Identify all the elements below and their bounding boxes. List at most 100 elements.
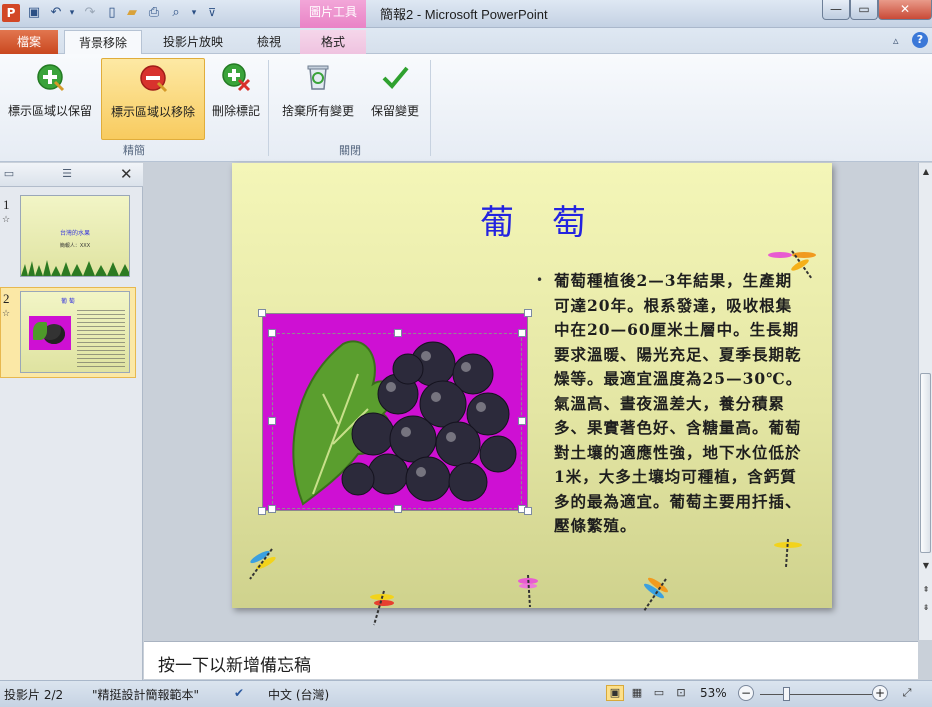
scrollbar-thumb[interactable] [920, 373, 931, 553]
scroll-up-icon[interactable]: ▲ [919, 167, 932, 176]
thumbnail-subtitle: 簡報人：XXX [59, 243, 91, 249]
open-icon[interactable]: ▰ [124, 5, 140, 21]
tab-format[interactable]: 格式 [300, 30, 366, 54]
thumbnail-text-block [77, 310, 125, 368]
slide-sorter-view-icon[interactable]: ▦ [628, 685, 646, 701]
zoom-out-icon[interactable]: − [738, 685, 754, 701]
thumbnail-title: 葡 萄 [61, 298, 75, 305]
dragonfly-decoration [774, 538, 802, 568]
discard-all-changes-button[interactable]: 捨棄所有變更 [274, 58, 362, 140]
slide-show-view-icon[interactable]: ⊡ [672, 685, 690, 701]
thumbnail-title: 台灣的水果 [59, 230, 90, 237]
thumbnail-picture [29, 316, 71, 350]
close-button[interactable]: ✕ [878, 0, 932, 20]
group-label-close: 關閉 [339, 144, 361, 157]
remove-mark-icon [140, 65, 168, 93]
title-bar: P ▣ ↶ ▾ ↷ ▯ ▰ ⎙ ⌕ ▾ ⊽ 圖片工具 簡報2 - Microso… [0, 0, 932, 28]
resize-handle[interactable] [268, 329, 276, 337]
slide-body-text[interactable]: 葡萄種植後2—3年結果，生產期可達20年。根系發達，吸收根集中在20—60厘米土… [554, 269, 804, 539]
zoom-slider[interactable] [760, 694, 872, 695]
resize-handle[interactable] [518, 417, 526, 425]
slide-thumbnail-2[interactable]: 葡 萄 [20, 291, 130, 373]
close-pane-icon[interactable]: ✕ [120, 165, 133, 183]
language-indicator[interactable]: 中文 (台灣) [268, 686, 329, 703]
slide-editing-area: 葡萄 • 葡萄種植後2—3年結果，生產期可達20年。根系發達，吸收根集中在20—… [144, 163, 918, 640]
resize-handle[interactable] [394, 505, 402, 513]
resize-handle[interactable] [268, 417, 276, 425]
print-preview-icon[interactable]: ⌕ [168, 5, 184, 21]
mark-keep-label: 標示區域以保留 [7, 104, 92, 118]
thumbnail-number: 2 [3, 291, 10, 306]
delete-mark-icon [222, 63, 251, 92]
print-icon[interactable]: ⎙ [146, 5, 162, 21]
redo-icon[interactable]: ↷ [82, 5, 98, 21]
help-icon[interactable]: ? [912, 32, 928, 48]
keep-changes-label: 保留變更 [370, 104, 419, 118]
tab-slide-show[interactable]: 投影片放映 [150, 30, 236, 54]
keep-changes-button[interactable]: 保留變更 [364, 58, 426, 140]
discard-label: 捨棄所有變更 [281, 104, 354, 118]
slides-pane-tabs: ▭ ☰ ✕ [0, 163, 143, 187]
tab-file[interactable]: 檔案 [0, 30, 58, 54]
picture-handle[interactable] [524, 309, 532, 317]
theme-name[interactable]: "精挺設計簡報範本" [92, 686, 199, 703]
spell-check-icon[interactable]: ✔ [234, 686, 244, 700]
picture-handle[interactable] [524, 507, 532, 515]
resize-handle[interactable] [268, 505, 276, 513]
dragonfly-decoration [518, 574, 538, 608]
fit-to-window-icon[interactable]: ⤢ [898, 685, 916, 701]
picture-handle[interactable] [258, 309, 266, 317]
save-icon[interactable]: ▣ [26, 5, 42, 21]
add-mark-icon [37, 64, 65, 92]
grass-decoration [21, 260, 129, 276]
minimize-ribbon-icon[interactable]: ▵ [893, 34, 899, 47]
zoom-level[interactable]: 53% [700, 686, 727, 700]
dragonfly-decoration [370, 590, 394, 626]
mark-areas-to-remove-button[interactable]: 標示區域以移除 [101, 58, 205, 140]
undo-icon[interactable]: ↶ [48, 5, 64, 21]
vertical-scrollbar[interactable]: ▲ ▼ ⇞ ⇟ [918, 163, 932, 640]
picture-tools-header: 圖片工具 [300, 0, 366, 28]
undo-dropdown-icon[interactable]: ▾ [64, 5, 80, 21]
slides-tab-icon[interactable]: ▭ [0, 166, 18, 182]
bullet-marker: • [536, 273, 544, 287]
checkmark-icon [382, 66, 409, 89]
scroll-down-icon[interactable]: ▼ [919, 561, 932, 570]
delete-mark-button[interactable]: 刪除標記 [207, 58, 265, 140]
print-preview-dropdown-icon[interactable]: ▾ [186, 5, 202, 21]
resize-handle[interactable] [394, 329, 402, 337]
outline-tab-icon[interactable]: ☰ [58, 166, 76, 182]
powerpoint-app-icon[interactable]: P [2, 4, 20, 22]
thumbnail-number: 1 [3, 197, 10, 212]
previous-slide-icon[interactable]: ⇞ [919, 585, 932, 594]
reading-view-icon[interactable]: ▭ [650, 685, 668, 701]
tab-view[interactable]: 檢視 [244, 30, 294, 54]
slide-thumbnail-1[interactable]: 台灣的水果 簡報人：XXX [20, 195, 130, 277]
resize-handle[interactable] [518, 329, 526, 337]
group-separator [430, 60, 431, 156]
slide-canvas[interactable]: 葡萄 • 葡萄種植後2—3年結果，生產期可達20年。根系發達，吸收根集中在20—… [232, 163, 832, 626]
customize-quick-access-icon[interactable]: ⊽ [204, 5, 220, 21]
mark-areas-to-keep-button[interactable]: 標示區域以保留 [0, 58, 100, 140]
tab-background-removal[interactable]: 背景移除 [64, 30, 142, 55]
notes-pane[interactable]: 按一下以新增備忘稿 [144, 641, 918, 679]
delete-mark-label: 刪除標記 [211, 104, 260, 118]
slide-indicator: 投影片 2/2 [4, 688, 64, 702]
maximize-button[interactable]: ▭ [850, 0, 878, 20]
new-icon[interactable]: ▯ [104, 5, 120, 21]
window-title: 簡報2 - Microsoft PowerPoint [380, 7, 548, 22]
transition-icon: ☆ [2, 215, 11, 225]
minimize-button[interactable]: — [822, 0, 850, 20]
grape-picture[interactable] [262, 313, 528, 511]
dragonfly-decoration [643, 577, 668, 612]
slides-pane: ▭ ☰ ✕ 1 ☆ 台灣的水果 簡報人：XXX 2 ☆ 葡 萄 [0, 163, 143, 680]
slide-title[interactable]: 葡萄 [232, 195, 832, 244]
next-slide-icon[interactable]: ⇟ [919, 603, 932, 612]
dragonfly-decoration [249, 548, 276, 580]
notes-placeholder[interactable]: 按一下以新增備忘稿 [158, 651, 311, 676]
zoom-in-icon[interactable]: + [872, 685, 888, 701]
normal-view-icon[interactable]: ▣ [606, 685, 624, 701]
picture-handle[interactable] [258, 507, 266, 515]
zoom-slider-thumb[interactable] [783, 687, 790, 701]
status-bar: 投影片 2/2 "精挺設計簡報範本" ✔ 中文 (台灣) ▣ ▦ ▭ ⊡ 53%… [0, 680, 932, 707]
